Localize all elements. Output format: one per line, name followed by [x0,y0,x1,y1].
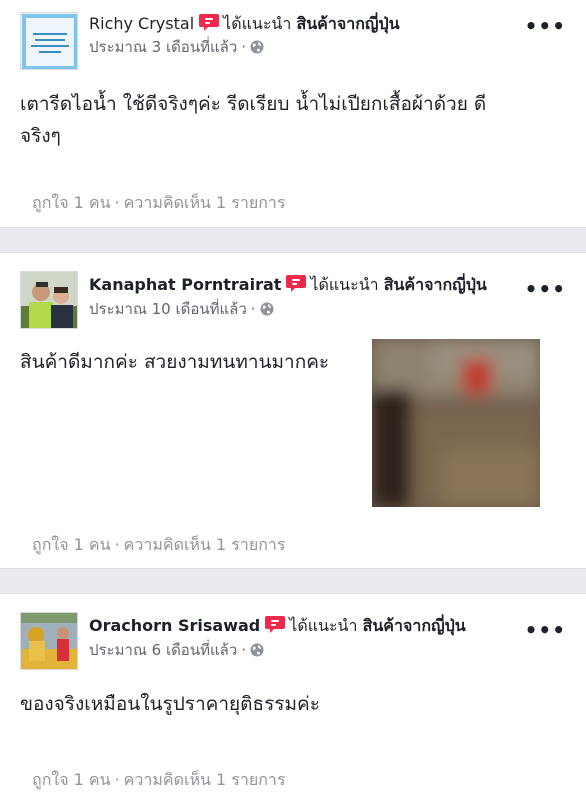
recommend-text: ได้แนะนำ [289,616,358,635]
review-text: เตารีดไอน้ำ ใช้ดีจริงๆค่ะ รีดเรียบ น้ำไม… [20,88,486,152]
post-stats: ถูกใจ 1 คน · ความคิดเห็น 1 รายการ [32,770,286,790]
separator: · [114,535,120,554]
recommend-bubble-icon [286,275,307,292]
more-options-icon[interactable]: ••• [525,279,566,299]
author-name[interactable]: Kanaphat Porntrairat [89,275,281,294]
review-line: ของจริงเหมือนในรูปราคายุติธรรมค่ะ [20,693,320,715]
likes-count[interactable]: ถูกใจ 1 คน [32,770,111,789]
review-post-1: Richy Crystal ได้แนะนำ สินค้าจากญี่ปุ่น ป… [0,0,586,227]
post-stats: ถูกใจ 1 คน · ความคิดเห็น 1 รายการ [32,535,286,555]
avatar-image [21,13,77,69]
review-photo[interactable] [372,339,540,507]
avatar-image [21,613,77,669]
more-options-icon[interactable]: ••• [525,16,566,36]
review-text: สินค้าดีมากค่ะ สวยงามทนทานมากคะ [20,346,329,378]
author-name[interactable]: Richy Crystal [89,14,194,33]
review-line: เตารีดไอน้ำ ใช้ดีจริงๆค่ะ รีดเรียบ น้ำไม… [20,93,487,115]
globe-icon [250,643,264,657]
page-link[interactable]: สินค้าจากญี่ปุ่น [296,14,399,33]
recommend-bubble-icon [265,616,286,633]
separator: · [241,38,247,56]
separator: · [250,300,256,318]
post-meta: ประมาณ 6 เดือนที่แล้ว · [89,640,264,660]
avatar[interactable] [20,12,78,70]
review-text: ของจริงเหมือนในรูปราคายุติธรรมค่ะ [20,688,320,720]
avatar-image [21,272,77,328]
recommendations-feed: Richy Crystal ได้แนะนำ สินค้าจากญี่ปุ่น ป… [0,0,586,800]
post-header: Orachorn Srisawad ได้แนะนำ สินค้าจากญี่ปุ… [89,614,466,636]
comments-count[interactable]: ความคิดเห็น 1 รายการ [124,535,286,554]
page-link[interactable]: สินค้าจากญี่ปุ่น [384,275,487,294]
separator: · [241,641,247,659]
photo-image [372,339,540,507]
recommend-text: ได้แนะนำ [223,14,292,33]
more-options-icon[interactable]: ••• [525,620,566,640]
separator: · [114,193,120,212]
review-line: จริงๆ [20,125,61,147]
likes-count[interactable]: ถูกใจ 1 คน [32,535,111,554]
review-line: สินค้าดีมากค่ะ สวยงามทนทานมากคะ [20,351,330,373]
globe-icon [250,40,264,54]
globe-icon [260,302,274,316]
likes-count[interactable]: ถูกใจ 1 คน [32,193,111,212]
post-divider [0,227,586,253]
review-post-2: Kanaphat Porntrairat ได้แนะนำ สินค้าจากญี… [0,253,586,568]
review-post-3: Orachorn Srisawad ได้แนะนำ สินค้าจากญี่ปุ… [0,594,586,800]
recommend-text: ได้แนะนำ [310,275,379,294]
avatar[interactable] [20,612,78,670]
post-time[interactable]: ประมาณ 10 เดือนที่แล้ว [89,300,247,318]
post-header: Kanaphat Porntrairat ได้แนะนำ สินค้าจากญี… [89,273,487,295]
post-time[interactable]: ประมาณ 6 เดือนที่แล้ว [89,641,237,659]
recommend-bubble-icon [199,14,220,31]
post-divider [0,568,586,594]
comments-count[interactable]: ความคิดเห็น 1 รายการ [124,193,286,212]
page-link[interactable]: สินค้าจากญี่ปุ่น [363,616,466,635]
post-stats: ถูกใจ 1 คน · ความคิดเห็น 1 รายการ [32,193,286,213]
comments-count[interactable]: ความคิดเห็น 1 รายการ [124,770,286,789]
author-name[interactable]: Orachorn Srisawad [89,616,260,635]
post-meta: ประมาณ 3 เดือนที่แล้ว · [89,37,264,57]
post-header: Richy Crystal ได้แนะนำ สินค้าจากญี่ปุ่น [89,12,400,34]
separator: · [114,770,120,789]
post-time[interactable]: ประมาณ 3 เดือนที่แล้ว [89,38,237,56]
avatar[interactable] [20,271,78,329]
post-meta: ประมาณ 10 เดือนที่แล้ว · [89,299,274,319]
